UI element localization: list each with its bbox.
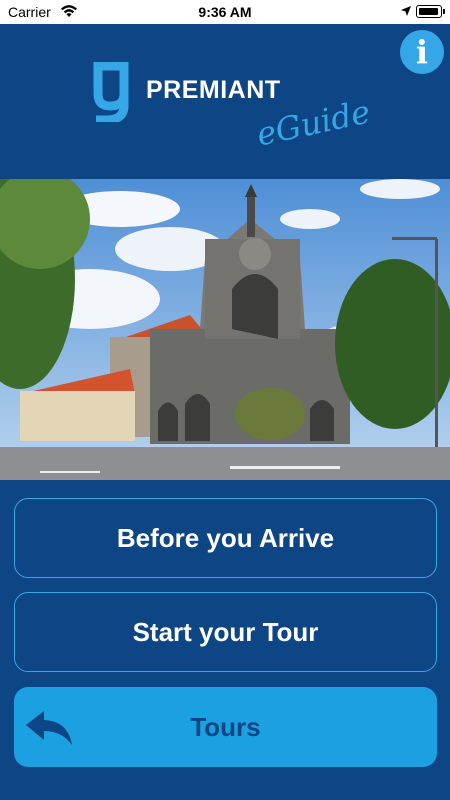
location-arrow-icon	[400, 4, 412, 20]
tours-button[interactable]: Tours	[14, 687, 437, 767]
tours-button-label: Tours	[190, 712, 261, 742]
info-button[interactable]: i	[400, 30, 444, 74]
start-your-tour-button[interactable]: Start your Tour	[14, 592, 437, 672]
brand-name: PREMIANT	[146, 76, 281, 104]
status-time: 9:36 AM	[198, 4, 252, 20]
premiant-eguide-logo: PREMIANT eGuide	[90, 62, 373, 162]
back-arrow-icon	[26, 711, 72, 745]
battery-icon	[416, 5, 445, 18]
cathedral-photo	[0, 179, 450, 480]
app-header: PREMIANT eGuide i	[0, 24, 450, 179]
before-you-arrive-button[interactable]: Before you Arrive	[14, 498, 437, 578]
logo-g-icon	[93, 62, 129, 122]
status-bar: Carrier 9:36 AM	[0, 0, 450, 24]
